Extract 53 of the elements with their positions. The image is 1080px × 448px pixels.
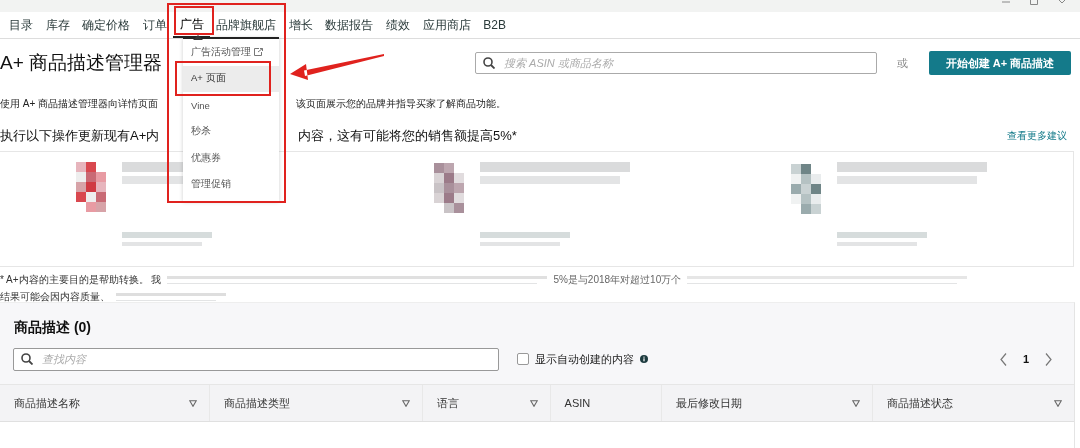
section-title: 商品描述 (0) xyxy=(14,318,92,337)
sort-icon[interactable] xyxy=(851,399,860,407)
maximize-icon[interactable] xyxy=(1030,0,1038,5)
sort-icon[interactable] xyxy=(529,399,538,407)
external-link-icon xyxy=(254,48,263,57)
page-title: A+ 商品描述管理器 xyxy=(0,51,163,75)
intro-text: 使用 A+ 商品描述管理器向详情页面 xyxy=(0,97,160,111)
column-header[interactable]: 语言 xyxy=(422,384,551,422)
nav-tab[interactable]: 绩效 xyxy=(379,12,417,38)
search-icon xyxy=(483,57,495,69)
footnote-text: 结果可能会因内容质量、 xyxy=(0,290,110,304)
column-header[interactable]: ASIN xyxy=(550,384,662,422)
menu-item[interactable]: 广告活动管理 xyxy=(183,39,279,66)
checkbox-label: 显示自动创建的内容 xyxy=(535,351,634,367)
nav-tab[interactable]: 确定价格 xyxy=(76,12,137,38)
or-label: 或 xyxy=(897,55,909,71)
section-heading: 内容，这有可能将您的销售额提高5%* xyxy=(298,127,517,145)
menu-item[interactable]: 优惠券 xyxy=(183,145,279,172)
nav-tab[interactable]: 增长 xyxy=(282,12,320,38)
menu-item[interactable]: 管理促销 xyxy=(183,171,279,198)
search-field[interactable]: 搜索 ASIN 或商品名称 xyxy=(475,52,877,74)
sort-icon[interactable] xyxy=(189,399,198,407)
sort-icon[interactable] xyxy=(401,399,410,407)
info-icon[interactable] xyxy=(640,355,648,363)
previous-page-icon[interactable] xyxy=(999,352,1007,366)
nav-tab[interactable]: 订单 xyxy=(136,12,174,38)
section-heading: 执行以下操作更新现有A+内 xyxy=(0,127,161,145)
column-header[interactable]: 商品描述状态 xyxy=(872,384,1074,422)
menu-item[interactable]: A+ 页面 xyxy=(183,65,279,92)
footnote-text: 5%是与2018年对超过10万个 xyxy=(553,273,682,287)
search-icon xyxy=(21,352,33,365)
column-header[interactable]: 最后修改日期 xyxy=(661,384,873,422)
nav-tab[interactable]: 应用商店 xyxy=(416,12,477,38)
menu-pointer-icon xyxy=(193,35,203,40)
footnote-text: * A+内容的主要目的是帮助转换。 我 xyxy=(0,273,162,287)
nav-tab[interactable]: B2B xyxy=(476,12,513,38)
sort-icon[interactable] xyxy=(1054,399,1062,407)
create-button[interactable]: 开始创建 A+ 商品描述 xyxy=(929,51,1071,75)
column-header[interactable]: 商品描述类型 xyxy=(209,384,423,422)
page-number[interactable]: 1 xyxy=(1022,353,1029,365)
nav-tab[interactable]: 数据报告 xyxy=(319,12,380,38)
nav-tab[interactable]: 品牌旗舰店 xyxy=(209,12,283,38)
intro-text: 该页面展示您的品牌并指导买家了解商品功能。 xyxy=(296,97,506,111)
close-icon[interactable] xyxy=(1058,0,1066,4)
column-header[interactable]: 商品描述名称 xyxy=(0,384,210,422)
menu-item[interactable]: Vine xyxy=(183,92,279,119)
menu-item[interactable]: 秒杀 xyxy=(183,118,279,145)
nav-tab[interactable]: 库存 xyxy=(39,12,77,38)
next-page-icon[interactable] xyxy=(1045,352,1052,366)
checkbox[interactable] xyxy=(517,353,529,365)
more-suggestions-link[interactable]: 查看更多建议 xyxy=(1007,129,1067,143)
nav-tab[interactable]: 目录 xyxy=(3,12,40,38)
search-field[interactable]: 查找内容 xyxy=(13,347,499,371)
